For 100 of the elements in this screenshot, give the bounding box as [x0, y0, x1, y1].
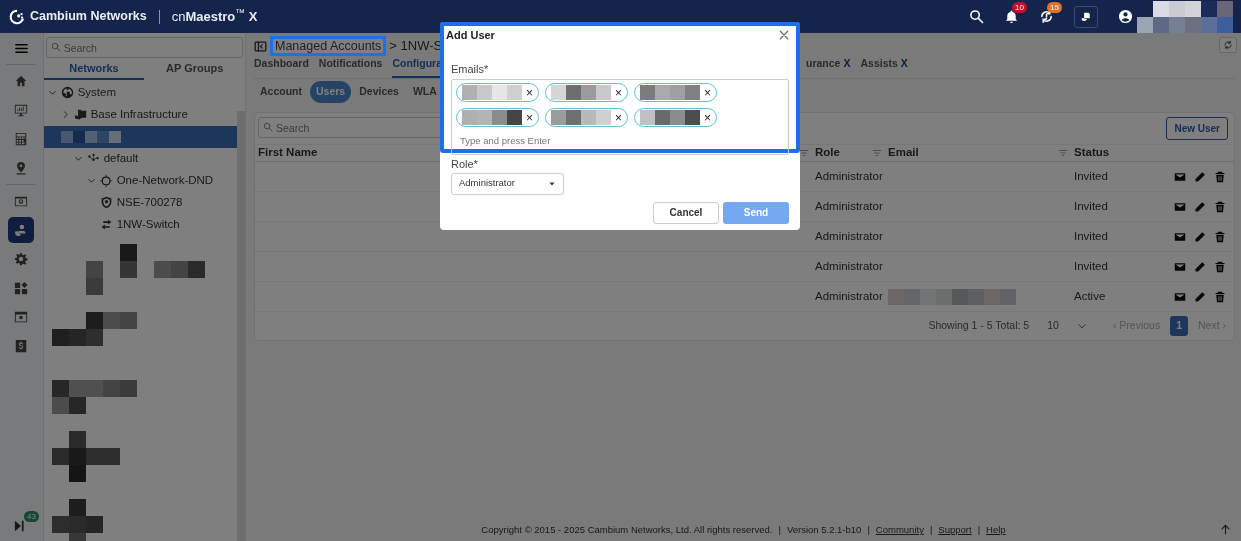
monitor-icon: [14, 103, 29, 117]
tree-item[interactable]: System: [43, 81, 245, 104]
footer-link[interactable]: Support: [938, 522, 972, 537]
edit-button[interactable]: [1194, 230, 1206, 243]
screen-gear-icon: [14, 310, 29, 324]
delete-button[interactable]: [1214, 290, 1226, 303]
scrollbar[interactable]: [237, 111, 245, 541]
breadcrumb-link[interactable]: Managed Accounts: [270, 36, 387, 56]
delete-button[interactable]: [1214, 230, 1226, 243]
table-cell-text: Administrator: [815, 228, 883, 244]
filter-icon: [872, 148, 882, 158]
table-cell-text: Invited: [1074, 228, 1108, 244]
tab[interactable]: Dashboard: [254, 56, 309, 78]
trash-icon: [1214, 200, 1226, 213]
table-cell-text: Invited: [1074, 198, 1108, 214]
email-button[interactable]: [1174, 200, 1186, 213]
user-icon: [1118, 9, 1133, 24]
trash-icon: [1214, 170, 1226, 183]
crosshair-icon: [99, 174, 113, 187]
filter-button[interactable]: [799, 148, 809, 158]
sidebar-nav-item[interactable]: [8, 217, 35, 243]
separator: |: [867, 522, 870, 537]
redacted-email-drawing: [551, 85, 611, 100]
dialog-title: Add User: [446, 28, 495, 43]
dollar-icon: [14, 339, 29, 353]
envelope-icon: [1174, 290, 1186, 303]
edit-button[interactable]: [1194, 260, 1206, 273]
page-button[interactable]: 1: [1170, 316, 1188, 336]
sub-tab[interactable]: Account: [254, 81, 308, 103]
delete-button[interactable]: [1214, 260, 1226, 273]
tab[interactable]: Networks: [43, 58, 145, 80]
table-cell-text: Invited: [1074, 168, 1108, 184]
email-input-field[interactable]: × × × × × × Type and press Enter: [451, 79, 789, 155]
filter-icon: [799, 148, 809, 158]
envelope-icon: [1174, 200, 1186, 213]
chevron-down-icon: [73, 154, 83, 163]
edit-button[interactable]: [1194, 170, 1206, 183]
email-button[interactable]: [1174, 170, 1186, 183]
tab[interactable]: Notifications: [318, 56, 383, 78]
chevron-down-icon: [47, 88, 57, 97]
sub-tab[interactable]: WLA: [406, 81, 443, 103]
arrow-up-icon: [1219, 523, 1231, 535]
email-button[interactable]: [1174, 260, 1186, 273]
search-field[interactable]: Search: [45, 37, 243, 58]
support-button[interactable]: [1074, 5, 1098, 28]
tab[interactable]: urance X: [806, 56, 851, 78]
redacted-email-drawing: [640, 110, 701, 125]
remove-button[interactable]: ×: [526, 111, 533, 124]
email-button[interactable]: [1174, 290, 1186, 303]
product-name: cnMaestro$^{™}$ X: [171, 6, 258, 26]
sync-alert-icon: [1039, 9, 1054, 24]
envelope-icon: [1174, 230, 1186, 243]
remove-button[interactable]: ×: [526, 86, 533, 99]
delete-button[interactable]: [1214, 200, 1226, 213]
new-user-button[interactable]: New User: [1166, 117, 1228, 140]
panel-toggle-icon: [254, 39, 267, 53]
close-button[interactable]: [778, 29, 790, 41]
home-icon: [14, 74, 29, 88]
table-cell-text: Active: [1074, 288, 1106, 304]
filter-icon: [1058, 148, 1068, 158]
edit-button[interactable]: [1194, 290, 1206, 303]
notification-badge: 10: [1012, 2, 1027, 13]
envelope-icon: [1174, 170, 1186, 183]
redacted-email-drawing: [462, 110, 522, 125]
bell-icon: [1004, 9, 1019, 24]
pencil-icon: [1194, 260, 1206, 273]
cancel-button[interactable]: Cancel: [653, 201, 719, 224]
role-select[interactable]: Administrator: [451, 172, 564, 195]
column-header: First Name: [258, 145, 318, 161]
screen-icon: [14, 194, 29, 208]
delete-button[interactable]: [1214, 170, 1226, 183]
separator: |: [778, 522, 781, 537]
refresh-icon: [1223, 40, 1233, 50]
pencil-icon: [1194, 290, 1206, 303]
footer-link[interactable]: Help: [986, 522, 1006, 537]
count-badge: 43: [24, 510, 39, 522]
edit-button[interactable]: [1194, 200, 1206, 213]
search-icon: [969, 9, 984, 24]
remove-button[interactable]: ×: [615, 111, 623, 124]
tab[interactable]: Configura: [392, 56, 442, 78]
tab[interactable]: AP Groups: [144, 58, 245, 80]
redacted-name-drawing: [60, 130, 121, 143]
email-button[interactable]: [1174, 230, 1186, 243]
version-text: Version 5.2.1-b10: [786, 522, 862, 537]
footer-link[interactable]: Community: [875, 522, 924, 537]
switch-arrows-icon: [99, 218, 113, 231]
tab[interactable]: Assists X: [860, 56, 908, 78]
redacted-email-drawing: [462, 85, 522, 100]
folder-icon: [73, 108, 87, 121]
remove-button[interactable]: ×: [704, 111, 712, 124]
remove-button[interactable]: ×: [615, 86, 623, 99]
refresh-button[interactable]: [1219, 37, 1237, 53]
sub-tab[interactable]: Devices: [353, 81, 405, 103]
copyright-text: Copyright © 2015 - 2025 Cambium Networks, Ltd. All rights reserved.: [481, 522, 773, 537]
sub-tab[interactable]: Users: [310, 81, 352, 103]
trash-icon: [1214, 260, 1226, 273]
page-size-select[interactable]: 10: [1047, 318, 1087, 334]
trash-icon: [1214, 230, 1226, 243]
remove-button[interactable]: ×: [704, 86, 712, 99]
widgets-icon: [14, 281, 29, 295]
